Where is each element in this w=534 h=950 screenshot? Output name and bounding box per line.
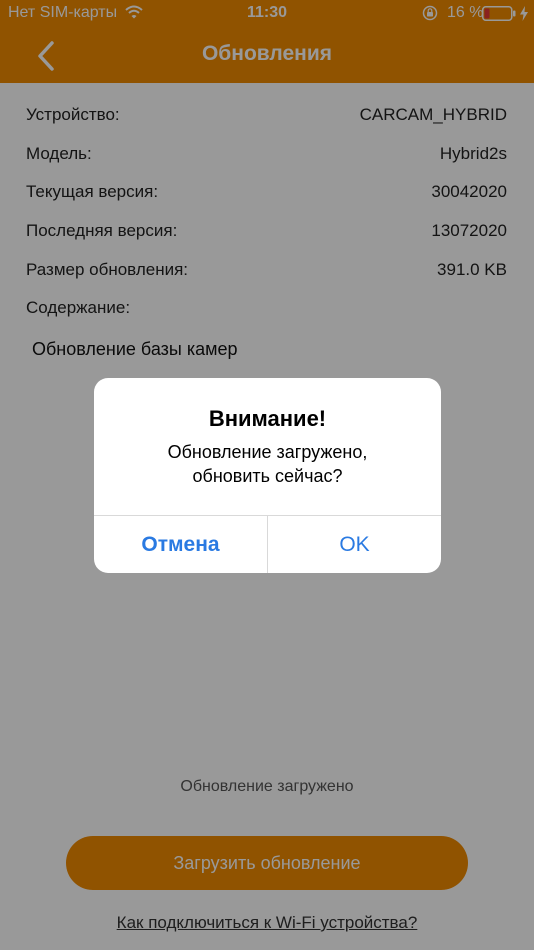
alert-title: Внимание!	[208, 406, 327, 431]
screen: Нет SIM-карты 11:30 16 % Обновления Устр…	[0, 0, 534, 950]
alert-message-line-1: Обновление загружено,	[167, 442, 368, 462]
alert-message-line-2: обновить сейчас?	[192, 466, 343, 486]
cancel-button[interactable]: Отмена	[94, 516, 267, 573]
alert-message: Обновление загружено, обновить сейчас?	[104, 440, 431, 488]
alert-dialog: Внимание! Обновление загружено, обновить…	[94, 378, 441, 573]
ok-button[interactable]: OK	[268, 516, 441, 573]
